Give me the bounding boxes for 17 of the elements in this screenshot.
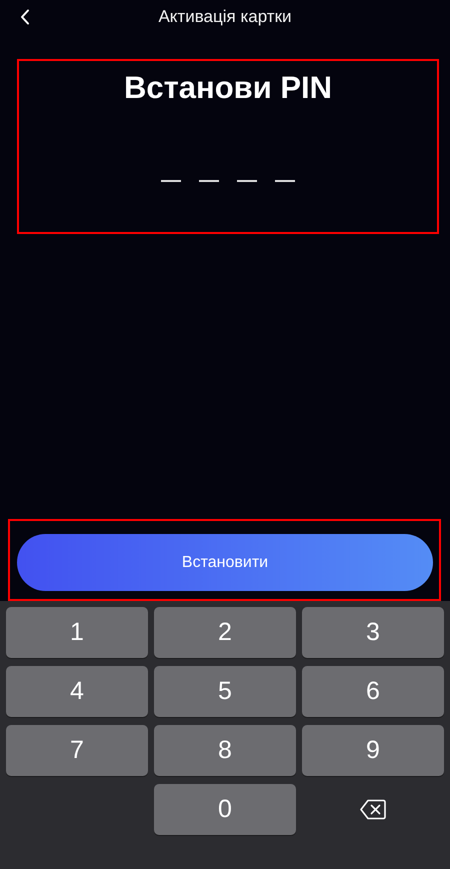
keypad-key[interactable]: 8 — [154, 725, 296, 776]
pin-heading: Встанови PIN — [124, 70, 332, 106]
keypad-key[interactable]: 6 — [302, 666, 444, 717]
keypad-key[interactable]: 1 — [6, 607, 148, 658]
keypad-key[interactable]: 0 — [154, 784, 296, 835]
keypad-key[interactable]: 5 — [154, 666, 296, 717]
screen-title: Активація картки — [158, 6, 292, 26]
keypad-key[interactable]: 3 — [302, 607, 444, 658]
keypad-key[interactable]: 9 — [302, 725, 444, 776]
backspace-key[interactable] — [360, 799, 386, 820]
keypad-key[interactable]: 2 — [154, 607, 296, 658]
keypad-key[interactable]: 7 — [6, 725, 148, 776]
backspace-icon — [360, 799, 386, 820]
back-icon — [20, 9, 30, 25]
set-pin-button[interactable]: Встановити — [17, 534, 433, 591]
keypad-key[interactable]: 4 — [6, 666, 148, 717]
back-button[interactable] — [18, 7, 32, 27]
